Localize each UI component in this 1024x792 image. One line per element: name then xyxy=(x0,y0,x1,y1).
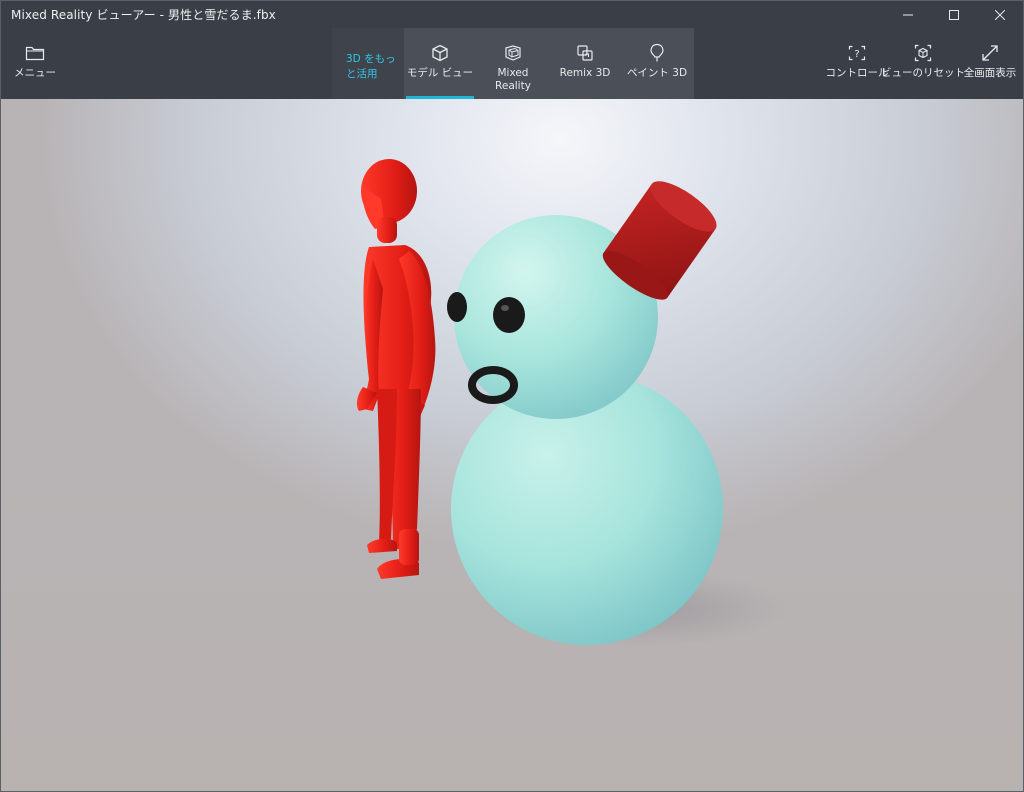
cta-label-line2: と活用 xyxy=(346,68,378,80)
paint3d-icon xyxy=(650,43,664,62)
snowman-model[interactable] xyxy=(447,173,724,645)
tab-model-view[interactable]: モデル ビュー xyxy=(406,28,474,99)
window-controls xyxy=(885,1,1023,28)
cta-label-line1: 3D をもっ xyxy=(346,53,396,65)
folder-icon xyxy=(25,46,45,61)
title-bar: Mixed Reality ビューアー - 男性と雪だるま.fbx xyxy=(1,1,1023,28)
get-more-3d-button[interactable]: 3D をもっ と活用 xyxy=(332,28,404,99)
minimize-icon xyxy=(903,14,913,15)
menu-button[interactable]: メニュー xyxy=(9,28,61,99)
tab-paint-3d[interactable]: ペイント 3D xyxy=(623,28,691,99)
tab-remix-3d-label: Remix 3D xyxy=(559,67,611,79)
tab-remix-3d[interactable]: Remix 3D xyxy=(551,28,619,99)
controls-help-icon: ? xyxy=(848,45,866,61)
mixed-reality-icon xyxy=(505,45,521,61)
reset-view-icon xyxy=(914,44,932,62)
fullscreen-button[interactable]: 全画面表示 xyxy=(961,28,1019,99)
minimize-button[interactable] xyxy=(885,1,931,28)
controls-label: コントロール xyxy=(825,67,889,79)
toolbar: メニュー 3D をもっ と活用 モデル ビュー Mixed Reality Re… xyxy=(1,28,1023,99)
3d-scene[interactable] xyxy=(1,99,1023,791)
window-title: Mixed Reality ビューアー - 男性と雪だるま.fbx xyxy=(11,8,276,22)
menu-label: メニュー xyxy=(14,67,56,79)
maximize-button[interactable] xyxy=(931,1,977,28)
tab-mixed-reality-label-line1: Mixed xyxy=(497,67,529,79)
maximize-icon xyxy=(949,9,959,20)
snowman-right-eye xyxy=(493,297,525,333)
tab-mixed-reality-label: Mixed Reality xyxy=(495,67,531,93)
controls-button[interactable]: ? コントロール xyxy=(826,28,889,99)
close-button[interactable] xyxy=(977,1,1023,28)
tab-paint-3d-label: ペイント 3D xyxy=(626,67,688,79)
close-icon xyxy=(995,9,1005,20)
cube-icon xyxy=(432,44,448,62)
reset-view-button[interactable]: ビューのリセット xyxy=(881,28,965,99)
fullscreen-icon xyxy=(982,45,998,61)
reset-view-label: ビューのリセット xyxy=(881,67,965,79)
tab-mixed-reality[interactable]: Mixed Reality xyxy=(479,28,547,99)
remix3d-icon xyxy=(577,45,593,61)
svg-text:?: ? xyxy=(854,49,859,60)
snowman-left-eye xyxy=(447,292,467,322)
human-figure-model[interactable] xyxy=(356,159,436,579)
app-window: Mixed Reality ビューアー - 男性と雪だるま.fbx メニュー 3… xyxy=(0,0,1024,792)
fullscreen-label: 全画面表示 xyxy=(963,67,1017,79)
tab-model-view-label: モデル ビュー xyxy=(406,67,474,79)
tab-mixed-reality-label-line2: Reality xyxy=(495,80,531,92)
3d-viewport[interactable] xyxy=(1,99,1023,791)
